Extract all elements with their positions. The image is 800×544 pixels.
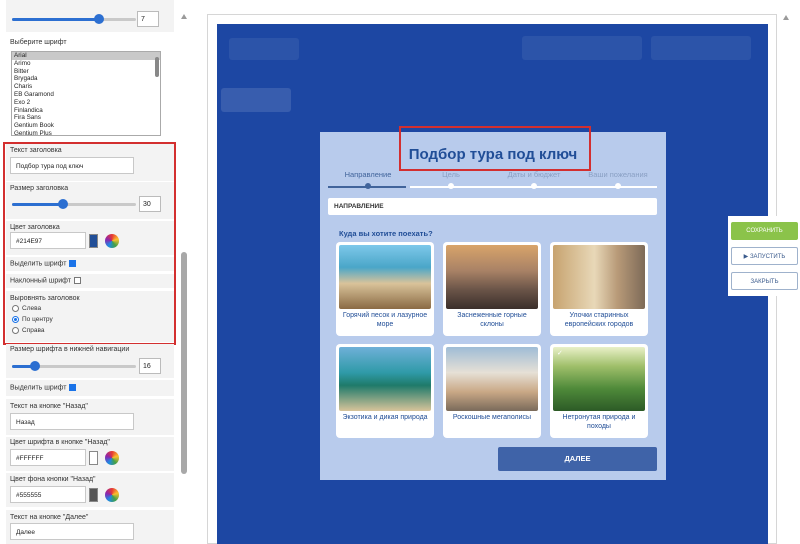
font-option[interactable]: Arial [12, 52, 160, 60]
back-text-label: Текст на кнопке "Назад" [10, 403, 88, 410]
back-bg-color-swatch[interactable] [89, 488, 98, 502]
font-option[interactable]: Arimo [12, 60, 160, 68]
font-option[interactable]: Fira Sans [12, 114, 160, 122]
font-option[interactable]: Charis [12, 83, 160, 91]
step-label: Даты и бюджет [507, 170, 561, 179]
font-option[interactable]: Exo 2 [12, 99, 160, 107]
megacities-image [446, 347, 538, 411]
next-button[interactable]: ДАЛЕЕ [498, 447, 657, 471]
option-label: Горячий песок и лазурное море [342, 312, 428, 328]
option-card-beach[interactable]: Горячий песок и лазурное море [336, 242, 434, 336]
font-option[interactable]: EB Garamond [12, 91, 160, 99]
slider-thumb[interactable] [30, 361, 40, 371]
option-label: Нетронутая природа и походы [562, 414, 636, 430]
top-slider-group: 7 [6, 0, 174, 32]
step-dot [365, 183, 371, 189]
bold2-row[interactable]: Выделить шрифт [10, 384, 77, 392]
step-dot [531, 183, 537, 189]
bold2-label: Выделить шрифт [10, 384, 67, 392]
old-town-image [553, 245, 645, 309]
step-label: Ваши пожелания [588, 170, 648, 179]
back-font-color-label: Цвет шрифта в кнопке "Назад" [10, 439, 110, 446]
font-option[interactable]: Gentium Book [12, 122, 160, 130]
nav-font-size-slider[interactable] [12, 361, 136, 371]
color-wheel-icon[interactable] [105, 488, 119, 502]
play-icon: ▶ [743, 254, 749, 260]
step-dot [615, 183, 621, 189]
mountains-image [446, 245, 538, 309]
back-bg-color-label: Цвет фона кнопки "Назад" [10, 476, 96, 483]
back-text-input[interactable]: Назад [10, 413, 134, 430]
nav-font-size-label: Размер шрифта в нижней навигации [10, 346, 130, 353]
font-select-label: Выберите шрифт [10, 39, 67, 46]
option-card-old-towns[interactable]: Улочки старинных европейских городов [550, 242, 648, 336]
back-bg-color-input[interactable]: #555555 [10, 486, 86, 503]
font-option[interactable]: Finlandica [12, 107, 160, 115]
back-font-color-input[interactable]: #FFFFFF [10, 449, 86, 466]
top-slider-value[interactable]: 7 [137, 11, 159, 27]
section-header: НАПРАВЛЕНИЕ [328, 198, 657, 215]
nav-font-size-value[interactable]: 16 [139, 358, 161, 374]
step-label: Направление [344, 170, 392, 179]
scroll-up-icon[interactable] [783, 15, 789, 20]
option-label: Роскошные мегаполисы [452, 414, 532, 421]
highlight-frame [3, 142, 176, 345]
close-button[interactable]: ЗАКРЫТЬ [731, 272, 798, 290]
color-wheel-icon[interactable] [105, 451, 119, 465]
next-text-input[interactable]: Далее [10, 523, 134, 540]
settings-scrollbar[interactable] [178, 0, 191, 544]
option-card-megacities[interactable]: Роскошные мегаполисы [443, 344, 541, 438]
exotic-image [339, 347, 431, 411]
option-label: Заснеженные горные склоны [457, 312, 527, 328]
slider-thumb[interactable] [94, 14, 104, 24]
option-label: Экзотика и дикая природа [342, 414, 428, 421]
option-label: Улочки старинных европейских городов [564, 312, 634, 328]
save-button[interactable]: СОХРАНИТЬ [731, 222, 798, 240]
font-option[interactable]: Bitter [12, 68, 160, 76]
title-highlight-frame [399, 126, 591, 171]
back-font-color-swatch[interactable] [89, 451, 98, 465]
listbox-scrollbar[interactable] [155, 57, 159, 77]
bold2-checkbox[interactable] [69, 384, 77, 391]
font-listbox[interactable]: Arial Arimo Bitter Brygada Charis EB Garamond… [11, 51, 161, 136]
scroll-up-icon[interactable] [181, 14, 187, 19]
top-slider[interactable] [12, 14, 136, 24]
option-card-hiking[interactable]: ✓ Нетронутая природа и походы [550, 344, 648, 438]
run-button[interactable]: ▶ ЗАПУСТИТЬ [731, 247, 798, 265]
hiking-image [553, 347, 645, 411]
step-dot [448, 183, 454, 189]
font-option[interactable]: Brygada [12, 75, 160, 83]
question-text: Куда вы хотите поехать? [339, 229, 433, 238]
font-option[interactable]: Gentium Plus [12, 130, 160, 135]
run-label: ЗАПУСТИТЬ [749, 254, 786, 260]
scrollbar-thumb[interactable] [181, 252, 187, 474]
check-icon: ✓ [557, 350, 563, 357]
option-card-exotic[interactable]: Экзотика и дикая природа [336, 344, 434, 438]
beach-image [339, 245, 431, 309]
settings-panel: 7 Выберите шрифт Arial Arimo Bitter Brygada… [0, 0, 178, 544]
step-label: Цель [442, 170, 460, 179]
option-card-mountains[interactable]: Заснеженные горные склоны [443, 242, 541, 336]
next-text-label: Текст на кнопке "Далее" [10, 514, 89, 521]
action-panel: СОХРАНИТЬ ▶ ЗАПУСТИТЬ ЗАКРЫТЬ [728, 216, 800, 296]
